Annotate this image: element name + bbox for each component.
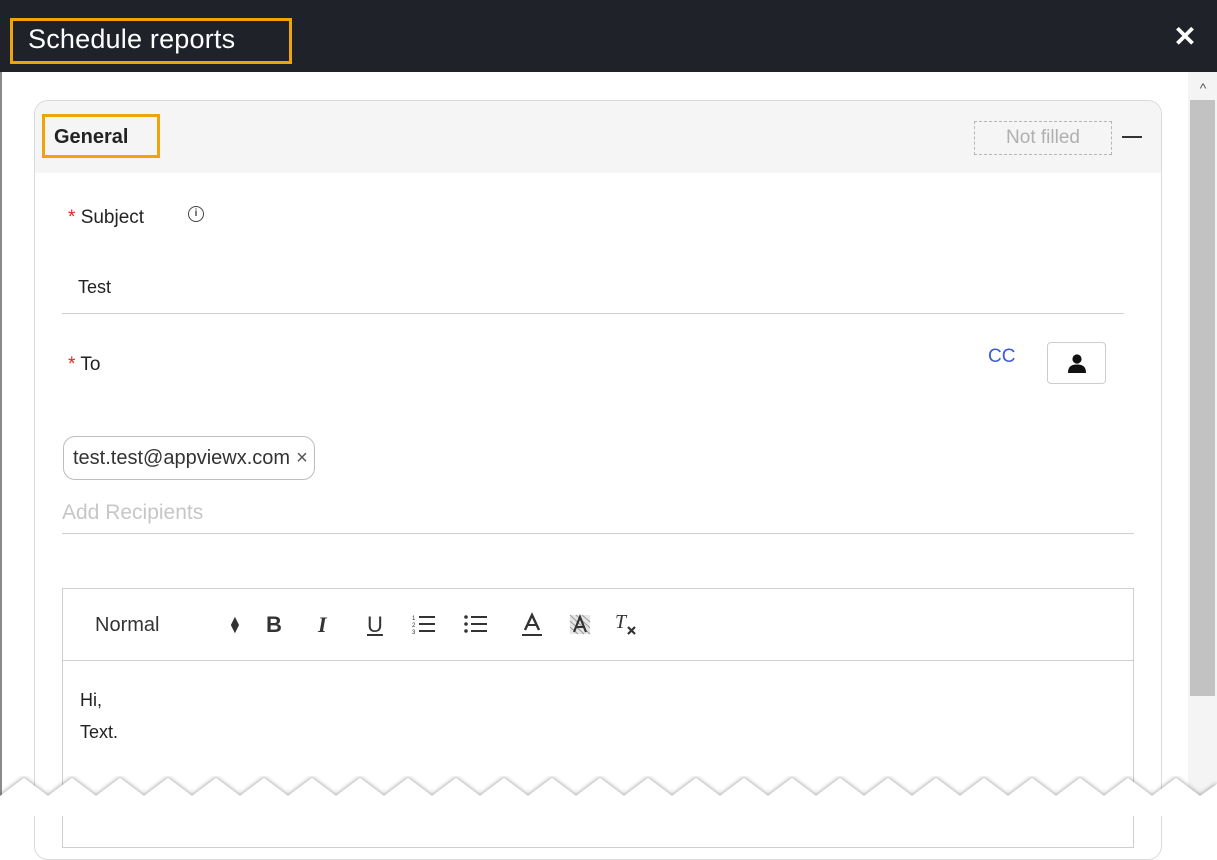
editor-line[interactable]: Hi, <box>80 690 102 711</box>
to-label: * To <box>68 354 100 376</box>
status-badge: Not filled <box>974 121 1112 155</box>
background-color-icon[interactable] <box>568 612 592 638</box>
bullet-list-icon[interactable] <box>464 614 488 634</box>
scroll-up-icon[interactable]: ^ <box>1196 81 1210 95</box>
svg-text:3: 3 <box>412 630 416 634</box>
format-select-arrows-icon[interactable]: ▲ ▼ <box>228 613 242 635</box>
to-label-text: To <box>80 354 101 375</box>
font-color-icon[interactable] <box>520 612 544 638</box>
dialog-title: Schedule reports <box>28 24 236 54</box>
clear-format-icon[interactable]: T <box>614 612 640 636</box>
bold-button[interactable]: B <box>266 612 282 638</box>
close-icon[interactable]: ✕ <box>1172 23 1198 51</box>
dialog-left-border <box>0 72 2 816</box>
subject-label-text: Subject <box>80 207 145 228</box>
underline-button[interactable]: U <box>367 612 383 638</box>
svg-text:T: T <box>615 612 628 633</box>
required-mark: * <box>68 207 76 228</box>
add-recipients-input[interactable] <box>62 492 1134 534</box>
section-title: General <box>54 126 129 148</box>
subject-input[interactable] <box>62 262 1124 314</box>
select-user-button[interactable] <box>1047 342 1106 384</box>
svg-text:1: 1 <box>412 616 416 622</box>
editor-line[interactable]: Text. <box>80 722 118 743</box>
format-select[interactable]: Normal <box>95 614 159 637</box>
recipient-chip: test.test@appviewx.com × <box>63 436 315 480</box>
remove-recipient-icon[interactable]: × <box>296 447 308 469</box>
scrollbar-thumb[interactable] <box>1190 100 1215 696</box>
ordered-list-icon[interactable]: 1 2 3 <box>412 614 436 634</box>
italic-button[interactable]: I <box>318 612 327 638</box>
info-icon[interactable]: i <box>188 206 204 222</box>
cc-link[interactable]: CC <box>988 346 1015 368</box>
torn-edge-decoration <box>0 778 1217 816</box>
minus-icon[interactable] <box>1122 136 1142 138</box>
required-mark: * <box>68 354 76 375</box>
user-icon <box>1068 354 1086 373</box>
toolbar-divider <box>63 660 1133 661</box>
recipient-email: test.test@appviewx.com <box>73 447 291 469</box>
svg-text:2: 2 <box>412 623 416 629</box>
subject-label: * Subject <box>68 207 144 229</box>
